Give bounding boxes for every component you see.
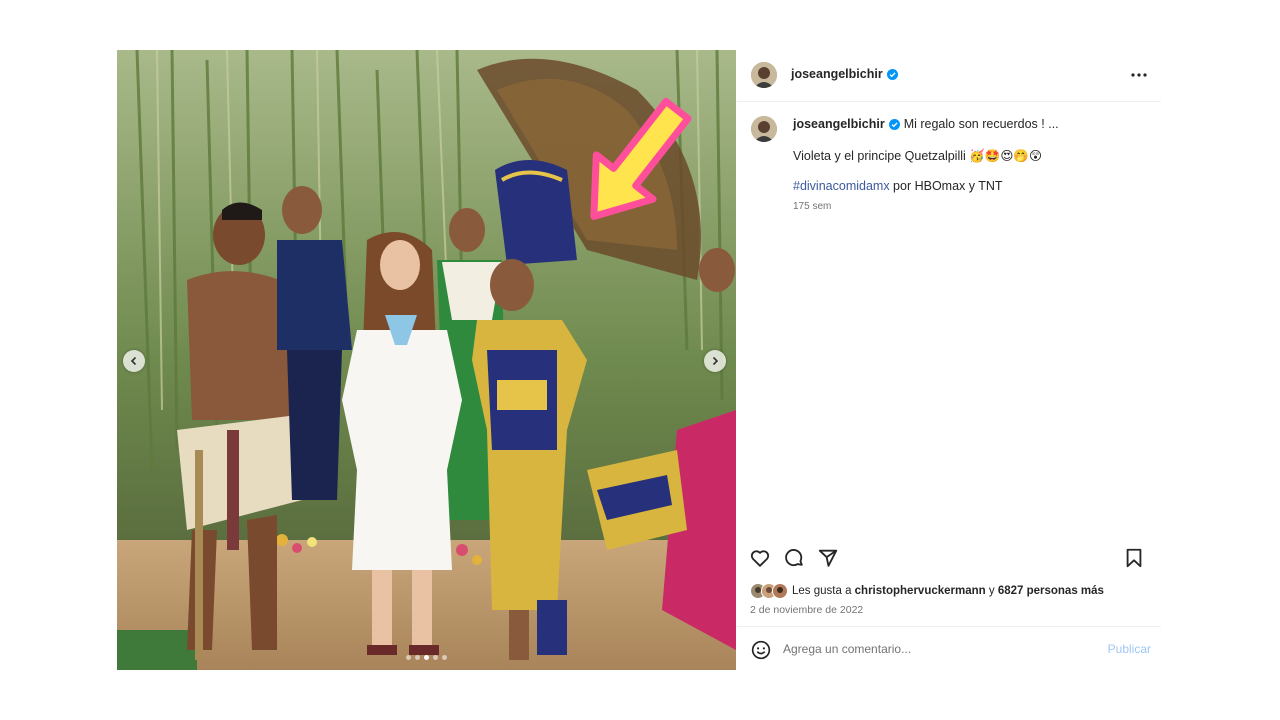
paper-plane-icon <box>818 549 838 567</box>
previous-slide-button[interactable] <box>123 350 145 372</box>
caption-credit: por HBOmax y TNT <box>889 179 1003 193</box>
caption-title: Mi regalo son recuerdos ! ... <box>903 117 1059 131</box>
post-date[interactable]: 2 de noviembre de 2022 <box>750 604 863 616</box>
carousel-dot <box>424 655 429 660</box>
carousel-dot <box>442 655 447 660</box>
save-button[interactable] <box>1123 547 1147 571</box>
caption-timestamp[interactable]: 175 sem <box>793 201 831 212</box>
chevron-left-icon <box>130 356 137 366</box>
post-side-panel: joseangelbichir joseangelbichir Mi regal… <box>737 50 1161 670</box>
post-actions <box>737 547 1161 573</box>
comment-input[interactable] <box>783 639 1083 659</box>
post-media[interactable] <box>117 50 736 670</box>
post-photo <box>117 50 736 670</box>
liker-username[interactable]: christophervuckermann <box>855 585 986 597</box>
avatar[interactable] <box>751 62 777 88</box>
caption-hashtag-line: #divinacomidamx por HBOmax y TNT <box>793 179 1003 193</box>
bookmark-icon <box>1126 548 1142 568</box>
caption-line: Violeta y el principe Quetzalpilli 🥳🤩😍🤭😲 <box>793 149 1043 163</box>
publish-button[interactable]: Publicar <box>1108 642 1151 656</box>
comment-button[interactable] <box>783 547 807 571</box>
header-user: joseangelbichir <box>791 67 898 81</box>
caption-first-line: joseangelbichir Mi regalo son recuerdos … <box>793 117 1059 131</box>
share-button[interactable] <box>817 547 841 571</box>
caption-avatar[interactable] <box>751 116 777 142</box>
username[interactable]: joseangelbichir <box>791 67 883 81</box>
comment-bar: Publicar <box>737 626 1161 671</box>
likes-count[interactable]: 6827 personas más <box>998 585 1104 597</box>
carousel-dot <box>433 655 438 660</box>
comment-bubble-icon <box>785 549 803 567</box>
likes-connector: y <box>985 585 998 597</box>
hashtag-link[interactable]: #divinacomidamx <box>793 179 890 193</box>
like-button[interactable] <box>749 547 773 571</box>
carousel-dot <box>406 655 411 660</box>
carousel-dot <box>415 655 420 660</box>
heart-icon <box>750 550 770 567</box>
post-header: joseangelbichir <box>737 50 1161 102</box>
smiley-icon <box>751 640 771 660</box>
liker-avatar <box>772 583 788 599</box>
emoji-button[interactable] <box>751 640 771 660</box>
verified-badge-icon <box>886 68 898 80</box>
likes-text: Les gusta a christophervuckermann y 6827… <box>792 585 1104 597</box>
carousel-indicator <box>117 655 736 660</box>
likes-prefix: Les gusta a <box>792 585 855 597</box>
verified-badge-icon <box>888 118 900 130</box>
ellipsis-icon <box>1131 73 1147 77</box>
caption-username[interactable]: joseangelbichir <box>793 117 885 131</box>
chevron-right-icon <box>712 356 719 366</box>
likes-summary[interactable]: Les gusta a christophervuckermann y 6827… <box>750 583 1104 599</box>
more-options-button[interactable] <box>1129 66 1149 84</box>
next-slide-button[interactable] <box>704 350 726 372</box>
